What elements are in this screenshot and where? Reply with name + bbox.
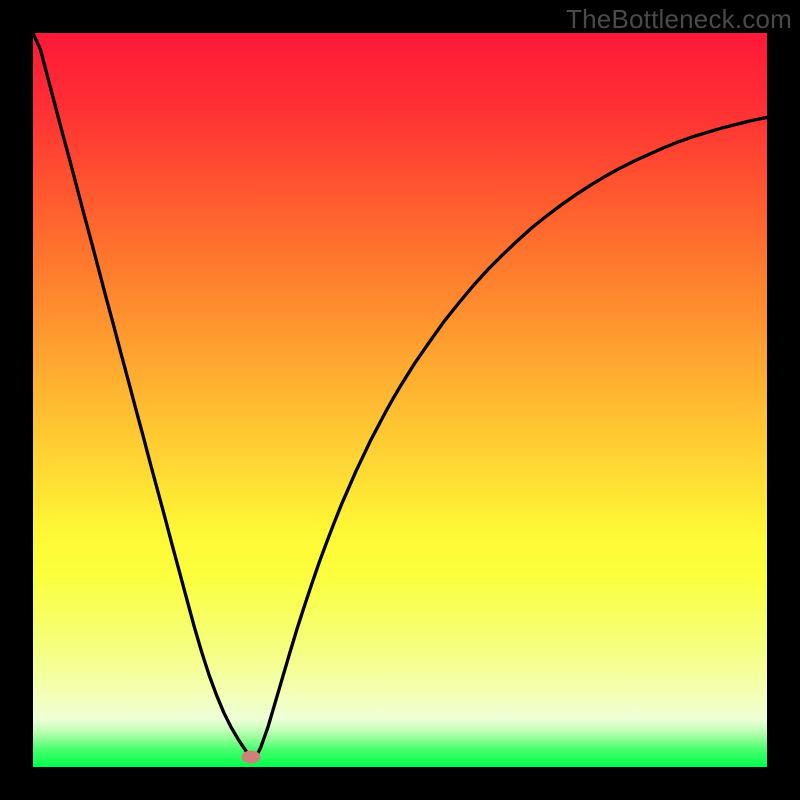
plot-area <box>33 33 767 767</box>
watermark-text: TheBottleneck.com <box>566 4 792 35</box>
chart-curve <box>33 33 767 767</box>
chart-container <box>0 0 800 800</box>
optimal-point-marker <box>241 751 260 764</box>
